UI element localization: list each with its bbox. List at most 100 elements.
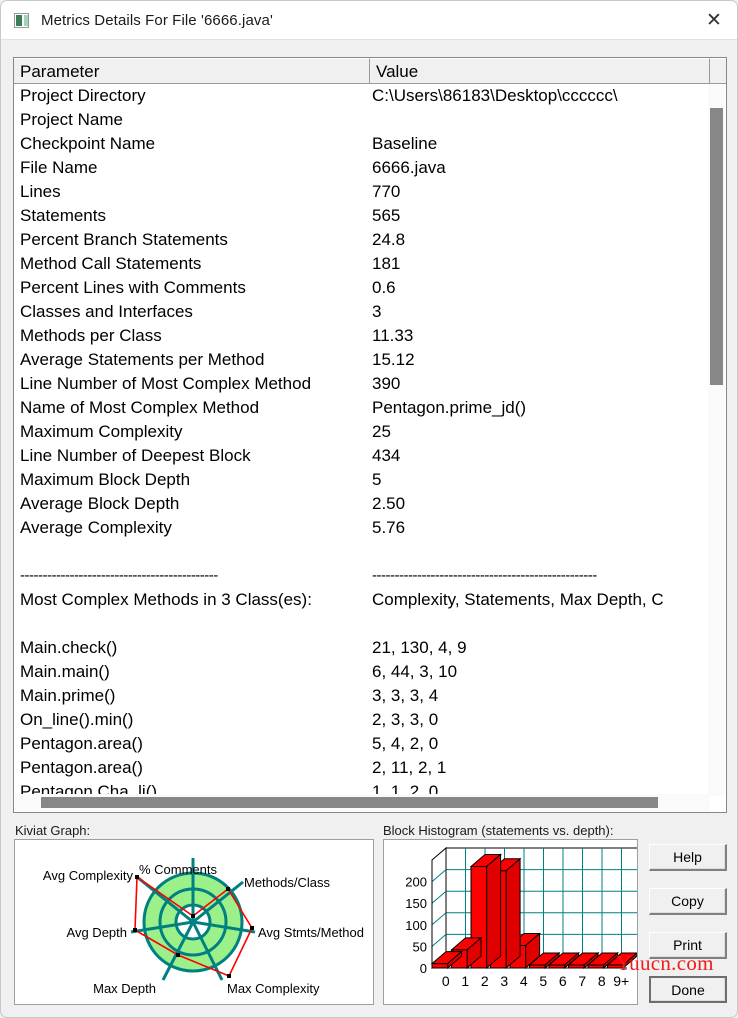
block-histogram-label: Block Histogram (statements vs. depth): <box>383 823 614 838</box>
histogram-ytick: 100 <box>405 918 427 933</box>
cell-value: 0.6 <box>372 278 396 297</box>
block-histogram: 0 50 100 150 200 0 1 2 3 4 5 6 7 8 9+ <box>383 839 638 1005</box>
histogram-xtick: 8 <box>598 973 606 989</box>
table-row[interactable]: Project Name <box>14 108 726 132</box>
column-header-value[interactable]: Value <box>370 58 710 83</box>
table-row[interactable]: Statements 565 <box>14 204 726 228</box>
table-row[interactable]: Percent Branch Statements 24.8 <box>14 228 726 252</box>
histogram-ytick: 200 <box>405 875 427 890</box>
table-row[interactable]: Percent Lines with Comments 0.6 <box>14 276 726 300</box>
kiviat-label-avg-depth: Avg Depth <box>67 925 127 940</box>
cell-value: 24.8 <box>372 230 406 249</box>
table-row[interactable] <box>14 540 726 564</box>
cell-parameter: Methods per Class <box>20 326 162 345</box>
histogram-xtick: 5 <box>539 973 547 989</box>
table-row[interactable]: File Name 6666.java <box>14 156 726 180</box>
cell-value: 11.33 <box>372 326 414 345</box>
cell-parameter: Maximum Block Depth <box>20 470 191 489</box>
copy-button[interactable]: Copy <box>649 888 727 915</box>
done-button[interactable]: Done <box>649 976 727 1003</box>
cell-value: ----------------------------------------… <box>372 567 597 584</box>
cell-value: Pentagon.prime_jd() <box>372 398 527 417</box>
kiviat-graph-label: Kiviat Graph: <box>15 823 91 838</box>
cell-value: 5 <box>372 470 382 489</box>
table-row[interactable]: Name of Most Complex Method Pentagon.prim… <box>14 396 726 420</box>
column-header-filler <box>710 58 726 83</box>
cell-parameter: Main.prime() <box>20 686 116 705</box>
table-row[interactable]: Maximum Block Depth 5 <box>14 468 726 492</box>
cell-parameter: Percent Branch Statements <box>20 230 228 249</box>
histogram-ytick: 0 <box>420 961 427 976</box>
table-row[interactable]: Main.main() 6, 44, 3, 10 <box>14 660 726 684</box>
cell-value: 3 <box>372 302 382 321</box>
table-row[interactable]: Project Directory C:\Users\86183\Desktop\… <box>14 84 726 108</box>
cell-parameter: Average Complexity <box>20 518 172 537</box>
cell-parameter: File Name <box>20 158 98 177</box>
table-row[interactable]: Pentagon.area() 5, 4, 2, 0 <box>14 732 726 756</box>
cell-parameter <box>14 540 370 564</box>
help-button[interactable]: Help <box>649 844 727 871</box>
table-row[interactable]: Average Complexity 5.76 <box>14 516 726 540</box>
table-row[interactable] <box>14 612 726 636</box>
cell-parameter: Percent Lines with Comments <box>20 278 246 297</box>
cell-parameter: ----------------------------------------… <box>20 567 218 584</box>
column-header-parameter[interactable]: Parameter <box>14 58 370 83</box>
cell-parameter: Maximum Complexity <box>20 422 183 441</box>
horizontal-scrollbar[interactable] <box>15 794 710 811</box>
table-row[interactable]: Pentagon.area() 2, 11, 2, 1 <box>14 756 726 780</box>
histogram-ytick: 150 <box>405 896 427 911</box>
table-row[interactable]: Methods per Class 11.33 <box>14 324 726 348</box>
table-row[interactable]: Lines 770 <box>14 180 726 204</box>
histogram-xtick: 3 <box>500 973 508 989</box>
cell-parameter <box>14 612 370 636</box>
metrics-details-window: Metrics Details For File '6666.java' ✕ P… <box>0 0 738 1018</box>
table-row[interactable]: On_line().min() 2, 3, 3, 0 <box>14 708 726 732</box>
metrics-table: Parameter Value Project Directory C:\User… <box>13 57 727 813</box>
kiviat-label-avg-stmts: Avg Stmts/Method <box>258 925 364 940</box>
app-icon <box>14 12 29 28</box>
cell-value: 6666.java <box>372 158 446 177</box>
cell-parameter: Pentagon.area() <box>20 734 143 753</box>
table-row[interactable]: Maximum Complexity 25 <box>14 420 726 444</box>
cell-parameter: Project Directory <box>20 86 146 105</box>
kiviat-label-comments: % Comments <box>139 862 218 877</box>
window-title: Metrics Details For File '6666.java' <box>41 11 273 29</box>
histogram-xtick: 4 <box>520 973 528 989</box>
cell-value: 2, 11, 2, 1 <box>372 758 447 777</box>
kiviat-svg: % Comments Methods/Class Avg Stmts/Metho… <box>43 858 364 996</box>
table-row[interactable]: Average Statements per Method 15.12 <box>14 348 726 372</box>
cell-value: 15.12 <box>372 350 415 369</box>
histogram-xtick: 6 <box>559 973 567 989</box>
table-row[interactable]: Average Block Depth 2.50 <box>14 492 726 516</box>
table-row[interactable]: Main.prime() 3, 3, 3, 4 <box>14 684 726 708</box>
cell-value: 2.50 <box>372 494 406 513</box>
histogram-xtick: 7 <box>578 973 586 989</box>
close-icon[interactable]: ✕ <box>691 1 737 39</box>
cell-value: 565 <box>372 206 401 225</box>
cell-parameter: Statements <box>20 206 106 225</box>
table-row[interactable]: Method Call Statements 181 <box>14 252 726 276</box>
table-row[interactable]: Classes and Interfaces 3 <box>14 300 726 324</box>
table-header-row: Parameter Value <box>14 58 726 84</box>
cell-parameter: Pentagon.area() <box>20 758 143 777</box>
histogram-xtick: 2 <box>481 973 489 989</box>
table-row[interactable]: Line Number of Most Complex Method 390 <box>14 372 726 396</box>
cell-value <box>370 540 712 564</box>
table-row[interactable]: Line Number of Deepest Block 434 <box>14 444 726 468</box>
histogram-xtick: 0 <box>442 973 450 989</box>
table-row[interactable]: Main.check() 21, 130, 4, 9 <box>14 636 726 660</box>
vertical-scrollbar[interactable] <box>708 85 725 796</box>
cell-value <box>370 108 712 132</box>
table-body[interactable]: Project Directory C:\Users\86183\Desktop\… <box>14 84 726 796</box>
horizontal-scrollbar-thumb[interactable] <box>41 797 658 808</box>
vertical-scrollbar-thumb[interactable] <box>710 108 723 385</box>
table-row[interactable]: Checkpoint Name Baseline <box>14 132 726 156</box>
table-row[interactable]: ----------------------------------------… <box>14 564 726 588</box>
histogram-ytick: 50 <box>413 939 427 954</box>
print-button[interactable]: Print <box>649 932 727 959</box>
kiviat-label-avg-complexity: Avg Complexity <box>43 868 134 883</box>
kiviat-label-max-complexity: Max Complexity <box>227 981 320 996</box>
cell-parameter: Average Statements per Method <box>20 350 265 369</box>
cell-value <box>370 612 712 636</box>
table-row[interactable]: Most Complex Methods in 3 Class(es): Comp… <box>14 588 726 612</box>
